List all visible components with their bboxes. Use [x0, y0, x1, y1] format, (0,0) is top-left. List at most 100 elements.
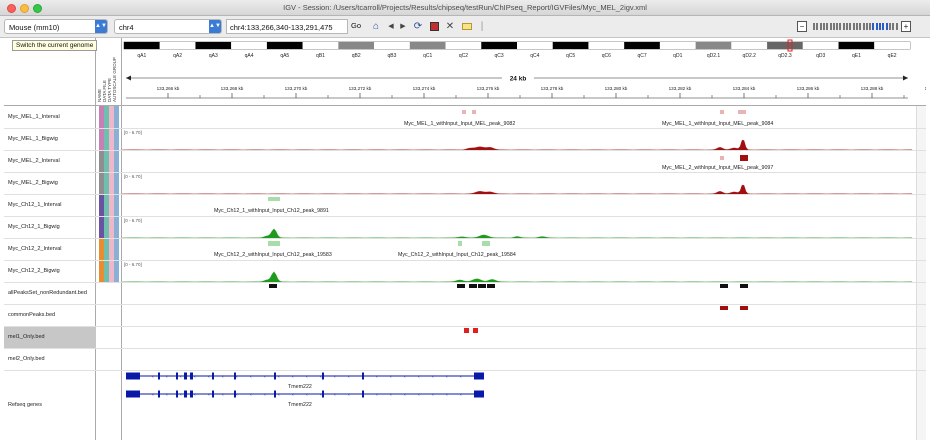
ideogram-band-label: qE1 — [852, 53, 861, 59]
ideogram-band-label: qC6 — [602, 53, 611, 59]
ideogram-band-label: qC1 — [423, 53, 432, 59]
attribute-cell[interactable] — [114, 106, 119, 128]
zoom-out-button[interactable]: − — [797, 21, 807, 32]
genome-dropdown[interactable]: Mouse (mm10) ▲▼ — [4, 19, 108, 34]
track-name[interactable]: Myc_MEL_1_Interval — [8, 114, 60, 120]
zoom-level-tick[interactable] — [885, 23, 888, 30]
attribute-cell[interactable] — [114, 216, 119, 238]
roi-icon[interactable] — [428, 19, 440, 34]
ideogram-band-label: qA4 — [245, 53, 254, 59]
zoom-level-tick[interactable] — [819, 23, 822, 30]
feature-label: Myc_MEL_1_withInput_Input_MEL_peak_9084 — [662, 121, 773, 127]
strand-arrow-icon: ‹ — [390, 392, 392, 398]
track-name[interactable]: Myc_MEL_1_Bigwig — [8, 136, 58, 142]
gene-exon — [176, 390, 178, 398]
peak-feature — [269, 284, 277, 288]
attribute-panel[interactable] — [96, 106, 122, 440]
go-button[interactable]: Go — [351, 21, 361, 30]
interval-feature — [462, 110, 466, 114]
zoom-level-tick[interactable] — [869, 23, 872, 30]
zoom-level-tick[interactable] — [826, 23, 829, 30]
attribute-cell[interactable] — [114, 260, 119, 282]
track-name[interactable]: Myc_Ch12_2_Bigwig — [8, 268, 60, 274]
zoom-level-tick[interactable] — [852, 23, 855, 30]
strand-arrow-icon: ‹ — [446, 392, 448, 398]
zoom-in-button[interactable]: + — [901, 21, 911, 32]
chromosome-dropdown[interactable]: chr4 ▲▼ — [114, 19, 222, 34]
gene-exon — [126, 372, 140, 380]
zoom-level-tick[interactable] — [895, 23, 898, 30]
attribute-cell[interactable] — [114, 238, 119, 260]
ruler-tick-label: 133,270 kb — [285, 86, 308, 91]
zoom-level-tick[interactable] — [892, 23, 895, 30]
zoom-level-tick[interactable] — [846, 23, 848, 30]
track-name[interactable]: allPeaksSet_nonRedundant.bed — [8, 290, 87, 296]
track-name[interactable]: mel2_Only.bed — [8, 356, 45, 362]
track-names-panel[interactable]: Myc_MEL_1_Interval Myc_MEL_1_Bigwig Myc_ME… — [4, 106, 96, 440]
track-name[interactable]: Refseq genes — [8, 402, 42, 408]
locus-input[interactable]: chr4:133,266,340-133,291,475 — [226, 19, 348, 34]
track-name[interactable]: mel1_Only.bed — [8, 334, 45, 340]
zoom-level-tick[interactable] — [822, 23, 825, 30]
zoom-level-tick[interactable] — [842, 23, 845, 30]
strand-arrow-icon: ‹ — [208, 392, 210, 398]
ideogram-band-label: qA1 — [137, 53, 146, 59]
attribute-cell[interactable] — [114, 128, 119, 150]
gene-exon — [184, 390, 187, 398]
interval-feature — [738, 110, 746, 114]
peak-feature — [487, 284, 495, 288]
zoom-level-tick[interactable] — [859, 23, 862, 30]
zoom-level-tick[interactable] — [862, 23, 865, 30]
refresh-icon[interactable]: ⟳ — [411, 19, 425, 34]
strand-arrow-icon: ‹ — [180, 392, 182, 398]
chromosome-value: chr4 — [119, 23, 134, 32]
strand-arrow-icon: ‹ — [166, 374, 168, 380]
track-name[interactable]: Myc_Ch12_1_Bigwig — [8, 224, 60, 230]
zoom-level-tick[interactable] — [836, 23, 839, 30]
strand-arrow-icon: ‹ — [264, 374, 266, 380]
zoom-level-tick[interactable] — [879, 23, 881, 30]
ruler-tick-label: 133,274 kb — [413, 86, 436, 91]
zoom-level-tick[interactable] — [829, 23, 832, 30]
gene-exon — [362, 372, 364, 380]
zoom-level-tick[interactable] — [865, 23, 868, 30]
attribute-cell[interactable] — [114, 194, 119, 216]
track-name[interactable]: Myc_MEL_2_Interval — [8, 158, 60, 164]
track-name[interactable]: commonPeaks.bed — [8, 312, 55, 318]
ideogram-band-label: qD1 — [673, 53, 682, 59]
popup-icon[interactable] — [460, 19, 474, 34]
zoom-level-tick[interactable] — [816, 23, 819, 30]
back-icon[interactable]: ◀ — [386, 19, 396, 34]
attribute-cell[interactable] — [114, 150, 119, 172]
track-name[interactable]: Myc_MEL_2_Bigwig — [8, 180, 58, 186]
vertical-scrollbar[interactable] — [916, 106, 926, 440]
gene-exon — [322, 372, 324, 380]
zoom-level-tick[interactable] — [855, 23, 858, 30]
interval-feature — [482, 241, 490, 246]
zoom-level-tick[interactable] — [875, 23, 878, 30]
zoom-level-tick[interactable] — [832, 23, 835, 30]
ideogram-ruler[interactable]: qA1 qA2 qA3 qA4 qA5 qB1 qB2 qB3 qC1 qC2 qC3 qC4 qC5 q… — [122, 38, 926, 106]
close-icon[interactable]: ✕ — [444, 19, 456, 34]
data-range-label: [0 - 6.70] — [124, 218, 142, 223]
zoom-level-tick[interactable] — [882, 23, 885, 30]
peak-feature — [478, 284, 486, 288]
home-icon[interactable]: ⌂ — [369, 19, 383, 34]
zoom-level-tick[interactable] — [888, 23, 891, 30]
zoom-level-tick[interactable] — [849, 23, 852, 30]
attribute-cell[interactable] — [114, 172, 119, 194]
strand-arrow-icon: ‹ — [404, 392, 406, 398]
track-data-panel[interactable]: Myc_MEL_1_withInput_Input_MEL_peak_9082 M… — [122, 106, 926, 440]
ideogram-band-label: qD2.1 — [707, 53, 721, 59]
zoom-level-tick[interactable] — [813, 23, 815, 30]
forward-icon[interactable]: ▶ — [398, 19, 408, 34]
strand-arrow-icon: ‹ — [250, 374, 252, 380]
ideogram-band — [588, 42, 625, 49]
zoom-level-tick[interactable] — [839, 23, 842, 30]
track-name[interactable]: Myc_Ch12_1_Interval — [8, 202, 62, 208]
attribute-header[interactable]: NAME DATA FILE DATA TYPE AUTOSCALE GROUP — [96, 38, 122, 106]
gene-exon — [190, 372, 193, 380]
peak-feature — [473, 328, 478, 333]
zoom-level-tick[interactable] — [872, 23, 875, 30]
track-name[interactable]: Myc_Ch12_2_Interval — [8, 246, 62, 252]
